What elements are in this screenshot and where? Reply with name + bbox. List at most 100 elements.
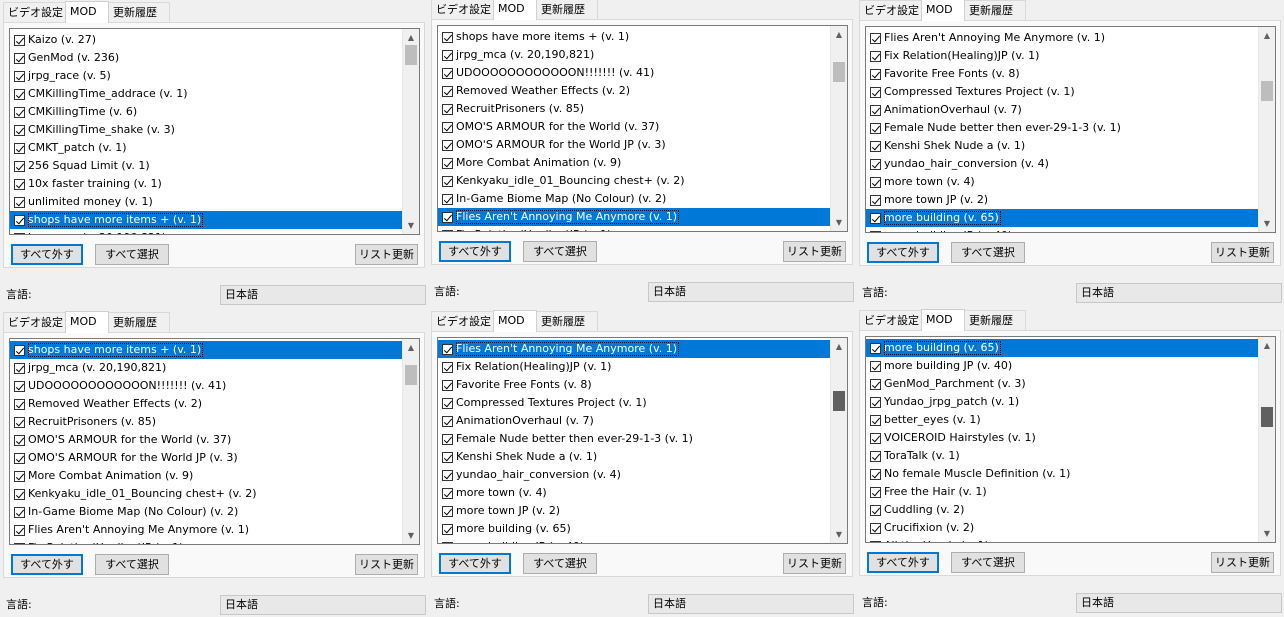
list-item[interactable]: OMO'S ARMOUR for the World JP (v. 3) [10,449,402,467]
list-item[interactable]: More Combat Animation (v. 9) [438,154,830,172]
refresh-list-button[interactable]: リスト更新 [355,244,418,265]
mod-enabled-checkbox[interactable] [14,196,25,208]
mod-enabled-checkbox[interactable] [442,397,453,409]
scrollbar-thumb[interactable] [833,62,845,82]
list-item[interactable]: All the Heads (v. 1) [866,537,1258,542]
mod-enabled-checkbox[interactable] [14,434,25,446]
mod-enabled-checkbox[interactable] [14,34,25,46]
list-item[interactable]: In-Game Biome Map (No Colour) (v. 2) [10,503,402,521]
mod-enabled-checkbox[interactable] [14,124,25,136]
tab-mod[interactable]: MOD [493,0,537,20]
mod-enabled-checkbox[interactable] [870,140,881,152]
list-item[interactable]: yundao_hair_conversion (v. 4) [866,155,1258,173]
mod-enabled-checkbox[interactable] [14,470,25,482]
list-item[interactable]: Flies Aren't Annoying Me Anymore (v. 1) [438,208,830,226]
mod-enabled-checkbox[interactable] [14,52,25,64]
list-item[interactable]: better_eyes (v. 1) [866,411,1258,429]
list-item[interactable]: CMKillingTime_shake (v. 3) [10,121,402,139]
list-item[interactable]: more town (v. 4) [866,173,1258,191]
scroll-up-icon[interactable]: ▲ [831,26,847,43]
mod-enabled-checkbox[interactable] [442,415,453,427]
mod-enabled-checkbox[interactable] [442,157,453,169]
select-all-button[interactable]: すべて選択 [951,552,1025,573]
mod-enabled-checkbox[interactable] [442,175,453,187]
scroll-up-icon[interactable]: ▲ [403,29,419,46]
list-item[interactable]: Kenshi Shek Nude a (v. 1) [866,137,1258,155]
mod-enabled-checkbox[interactable] [870,50,881,62]
scrollbar-thumb[interactable] [405,365,417,385]
mod-enabled-checkbox[interactable] [14,488,25,500]
vertical-scrollbar[interactable]: ▲ ▼ [1258,27,1275,232]
vertical-scrollbar[interactable]: ▲ ▼ [1258,337,1275,542]
tab-mod[interactable]: MOD [921,309,965,331]
tab-mod[interactable]: MOD [921,0,965,21]
mod-enabled-checkbox[interactable] [442,451,453,463]
tab-video-settings[interactable]: ビデオ設定 [3,2,66,22]
scroll-down-icon[interactable]: ▼ [1259,215,1275,232]
refresh-list-button[interactable]: リスト更新 [355,554,418,575]
list-item[interactable]: Fix Relation(Healing)JP (v. 1) [438,358,830,376]
mod-enabled-checkbox[interactable] [870,486,881,498]
mod-enabled-checkbox[interactable] [442,433,453,445]
select-all-button[interactable]: すべて選択 [951,242,1025,263]
list-item[interactable]: shops have more items + (v. 1) [438,28,830,46]
scroll-up-icon[interactable]: ▲ [1259,337,1275,354]
list-item[interactable]: GenMod (v. 236) [10,49,402,67]
mod-enabled-checkbox[interactable] [14,506,25,518]
mod-enabled-checkbox[interactable] [442,523,453,535]
mod-enabled-checkbox[interactable] [870,396,881,408]
scrollbar-thumb[interactable] [833,391,845,411]
mod-enabled-checkbox[interactable] [14,362,25,374]
mod-enabled-checkbox[interactable] [14,214,25,226]
mod-enabled-checkbox[interactable] [870,176,881,188]
refresh-list-button[interactable]: リスト更新 [1211,242,1274,263]
list-item[interactable]: more town JP (v. 2) [866,191,1258,209]
mod-enabled-checkbox[interactable] [870,194,881,206]
tab-mod[interactable]: MOD [65,1,109,23]
mod-enabled-checkbox[interactable] [870,522,881,534]
list-item[interactable]: Removed Weather Effects (v. 2) [10,395,402,413]
mod-enabled-checkbox[interactable] [442,379,453,391]
deselect-all-button[interactable]: すべて外す [11,554,83,575]
list-item[interactable]: More Combat Animation (v. 9) [10,467,402,485]
mod-enabled-checkbox[interactable] [870,86,881,98]
scroll-down-icon[interactable]: ▼ [831,214,847,231]
list-item[interactable]: VOICEROID Hairstyles (v. 1) [866,429,1258,447]
scroll-up-icon[interactable]: ▲ [831,338,847,355]
mod-enabled-checkbox[interactable] [442,49,453,61]
list-item[interactable]: Kenkyaku_idle_01_Bouncing chest+ (v. 2) [10,485,402,503]
mod-enabled-checkbox[interactable] [442,229,453,231]
mod-enabled-checkbox[interactable] [870,104,881,116]
mod-enabled-checkbox[interactable] [442,505,453,517]
list-item[interactable]: more town JP (v. 2) [438,502,830,520]
list-item[interactable]: shops have more items + (v. 1) [10,341,402,359]
tab-update-history[interactable]: 更新履歴 [108,2,170,22]
mod-enabled-checkbox[interactable] [442,469,453,481]
scrollbar-thumb[interactable] [1261,81,1273,101]
list-item[interactable]: Yundao_jrpg_patch (v. 1) [866,393,1258,411]
list-item[interactable]: Kenkyaku_idle_01_Bouncing chest+ (v. 2) [438,172,830,190]
list-item[interactable]: more building (v. 65) [438,520,830,538]
mod-enabled-checkbox[interactable] [14,142,25,154]
scroll-down-icon[interactable]: ▼ [831,526,847,543]
list-item[interactable]: Removed Weather Effects (v. 2) [438,82,830,100]
mod-list[interactable]: Flies Aren't Annoying Me Anymore (v. 1) F… [437,337,848,544]
language-select[interactable]: 日本語 [648,282,854,302]
mod-enabled-checkbox[interactable] [442,121,453,133]
tab-video-settings[interactable]: ビデオ設定 [3,312,66,332]
list-item[interactable]: Female Nude better then ever-29-1-3 (v. … [866,119,1258,137]
vertical-scrollbar[interactable]: ▲ ▼ [830,338,847,543]
tab-video-settings[interactable]: ビデオ設定 [431,0,494,19]
tab-video-settings[interactable]: ビデオ設定 [431,311,494,331]
list-item[interactable]: more building (v. 65) [866,209,1258,227]
list-item[interactable]: AnimationOverhaul (v. 7) [438,412,830,430]
list-item[interactable]: Free the Hair (v. 1) [866,483,1258,501]
language-select[interactable]: 日本語 [648,594,854,614]
list-item[interactable]: more town (v. 4) [438,484,830,502]
list-item[interactable]: Flies Aren't Annoying Me Anymore (v. 1) [438,340,830,358]
list-item[interactable]: CMKillingTime_addrace (v. 1) [10,85,402,103]
list-item[interactable]: more building JP (v. 40) [438,538,830,543]
list-item[interactable]: RecruitPrisoners (v. 85) [438,100,830,118]
vertical-scrollbar[interactable]: ▲ ▼ [830,26,847,231]
list-item[interactable]: UDOOOOOOOOOOOON!!!!!!! (v. 41) [10,377,402,395]
